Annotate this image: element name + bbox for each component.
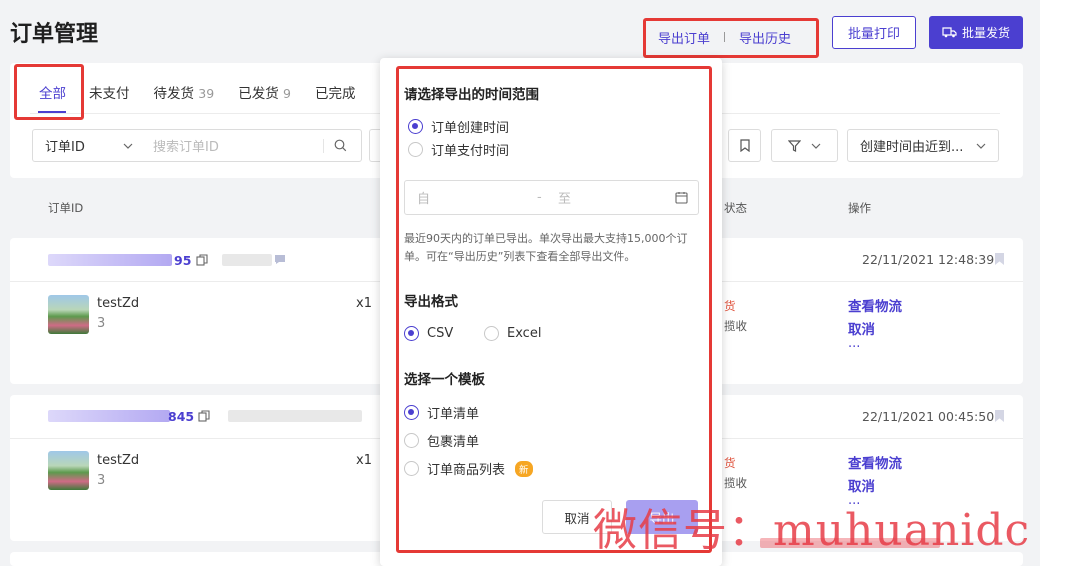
sort-select[interactable]: 创建时间由近到... — [847, 129, 999, 162]
order-id[interactable]: 95 — [174, 253, 191, 268]
product-thumbnail — [48, 451, 89, 490]
column-header-actions: 操作 — [848, 201, 871, 215]
order-id[interactable]: 845 — [168, 409, 194, 424]
column-header-order-id: 订单ID — [48, 201, 84, 215]
column-header-status: 状态 — [724, 201, 747, 215]
radio-button[interactable] — [404, 461, 419, 476]
export-orders-link[interactable]: 导出订单 — [658, 28, 710, 47]
format-option-excel[interactable]: Excel — [484, 326, 541, 341]
date-separator: - — [537, 190, 542, 205]
radio-label: 包裹清单 — [427, 435, 480, 450]
new-badge: 新 — [515, 460, 533, 477]
view-logistics-link[interactable]: 查看物流 — [848, 295, 902, 315]
template-option-order-list[interactable]: 订单清单 — [404, 403, 479, 422]
radio-label: 订单创建时间 — [431, 121, 510, 136]
template-option-product-list[interactable]: 订单商品列表 新 — [404, 459, 533, 478]
order-tabs: 全部 未支付 待发货 39 已发货 9 已完成 — [28, 82, 373, 102]
status-badge: 货 — [724, 299, 736, 313]
chevron-down-icon — [123, 143, 133, 149]
date-from-field[interactable]: 自 — [417, 188, 430, 207]
tab-count: 9 — [283, 86, 291, 101]
truck-icon — [942, 27, 957, 38]
date-to-field[interactable]: 至 — [558, 188, 571, 207]
watermark: 微信号：muhuanidc — [593, 505, 1031, 556]
chevron-down-icon — [811, 143, 821, 149]
search-icon[interactable] — [334, 139, 347, 152]
batch-print-button[interactable]: 批量打印 — [832, 16, 916, 49]
divider — [323, 138, 324, 153]
product-variant: 3 — [97, 316, 106, 331]
flag-icon[interactable] — [995, 253, 1004, 265]
product-quantity: x1 — [356, 453, 372, 468]
tab-shipped[interactable]: 已发货 9 — [238, 82, 291, 102]
order-timestamp: 22/11/2021 00:45:50 — [862, 409, 995, 424]
cancel-order-link[interactable]: 取消 — [848, 318, 875, 338]
product-name: testZd — [97, 453, 140, 468]
page-title: 订单管理 — [10, 22, 99, 47]
product-thumbnail — [48, 295, 89, 334]
format-option-csv[interactable]: CSV — [404, 326, 453, 341]
page-edge — [1040, 0, 1065, 566]
tab-count: 39 — [198, 86, 215, 101]
radio-label: 订单商品列表 — [427, 463, 506, 478]
funnel-icon — [788, 139, 801, 152]
radio-label: CSV — [427, 326, 454, 341]
cancel-order-link[interactable]: 取消 — [848, 475, 875, 495]
sort-label: 创建时间由近到... — [860, 140, 964, 155]
template-title: 选择一个模板 — [404, 372, 485, 388]
redacted-id — [48, 254, 172, 266]
radio-button[interactable] — [484, 326, 499, 341]
tab-completed[interactable]: 已完成 — [315, 82, 356, 102]
tab-to-ship[interactable]: 待发货 39 — [154, 82, 215, 102]
status-subtext: 揽收 — [724, 476, 747, 490]
copy-icon[interactable] — [198, 410, 210, 422]
order-timestamp: 22/11/2021 12:48:39 — [862, 252, 995, 267]
chat-icon[interactable] — [274, 254, 286, 265]
export-links: 导出订单 导出历史 — [658, 24, 791, 50]
bookmark-icon — [739, 139, 750, 152]
date-range-picker[interactable]: 自 - 至 — [404, 180, 699, 215]
radio-button[interactable] — [404, 433, 419, 448]
status-subtext: 揽收 — [724, 319, 747, 333]
radio-label: 订单支付时间 — [431, 144, 510, 159]
filter-button[interactable] — [771, 129, 838, 162]
calendar-icon[interactable] — [675, 191, 688, 204]
divider — [724, 32, 726, 42]
radio-button[interactable] — [404, 405, 419, 420]
view-logistics-link[interactable]: 查看物流 — [848, 452, 902, 472]
radio-label: Excel — [507, 326, 542, 341]
batch-ship-label: 批量发货 — [961, 26, 1010, 40]
time-option-paid[interactable]: 订单支付时间 — [408, 140, 509, 159]
id-type-select[interactable]: 订单ID — [33, 136, 143, 155]
flag-icon[interactable] — [995, 410, 1004, 422]
product-quantity: x1 — [356, 296, 372, 311]
search-input[interactable]: 搜索订单ID — [153, 136, 323, 155]
id-type-label: 订单ID — [45, 140, 85, 155]
template-option-package-list[interactable]: 包裹清单 — [404, 431, 479, 450]
format-title: 导出格式 — [404, 294, 458, 310]
product-name: testZd — [97, 296, 140, 311]
redacted-buyer — [222, 254, 272, 266]
copy-icon[interactable] — [196, 254, 208, 266]
radio-label: 订单清单 — [427, 407, 480, 422]
time-option-created[interactable]: 订单创建时间 — [408, 117, 509, 136]
radio-button[interactable] — [408, 119, 423, 134]
tab-unpaid[interactable]: 未支付 — [89, 82, 130, 102]
export-hint: 最近90天内的订单已导出。单次导出最大支持15,000个订单。可在“导出历史”列… — [404, 232, 688, 263]
tab-all[interactable]: 全部 — [39, 82, 66, 102]
bookmark-filter-button[interactable] — [728, 129, 761, 162]
batch-ship-button[interactable]: 批量发货 — [929, 16, 1023, 49]
more-actions[interactable]: ... — [848, 336, 860, 351]
redacted-id — [48, 410, 170, 422]
order-id-search: 订单ID 搜索订单ID — [32, 129, 362, 162]
status-badge: 货 — [724, 456, 736, 470]
time-range-title: 请选择导出的时间范围 — [404, 87, 539, 103]
export-history-link[interactable]: 导出历史 — [739, 28, 791, 47]
radio-button[interactable] — [404, 326, 419, 341]
radio-button[interactable] — [408, 142, 423, 157]
redacted-buyer — [228, 410, 362, 422]
chevron-down-icon — [976, 143, 986, 149]
product-variant: 3 — [97, 473, 106, 488]
